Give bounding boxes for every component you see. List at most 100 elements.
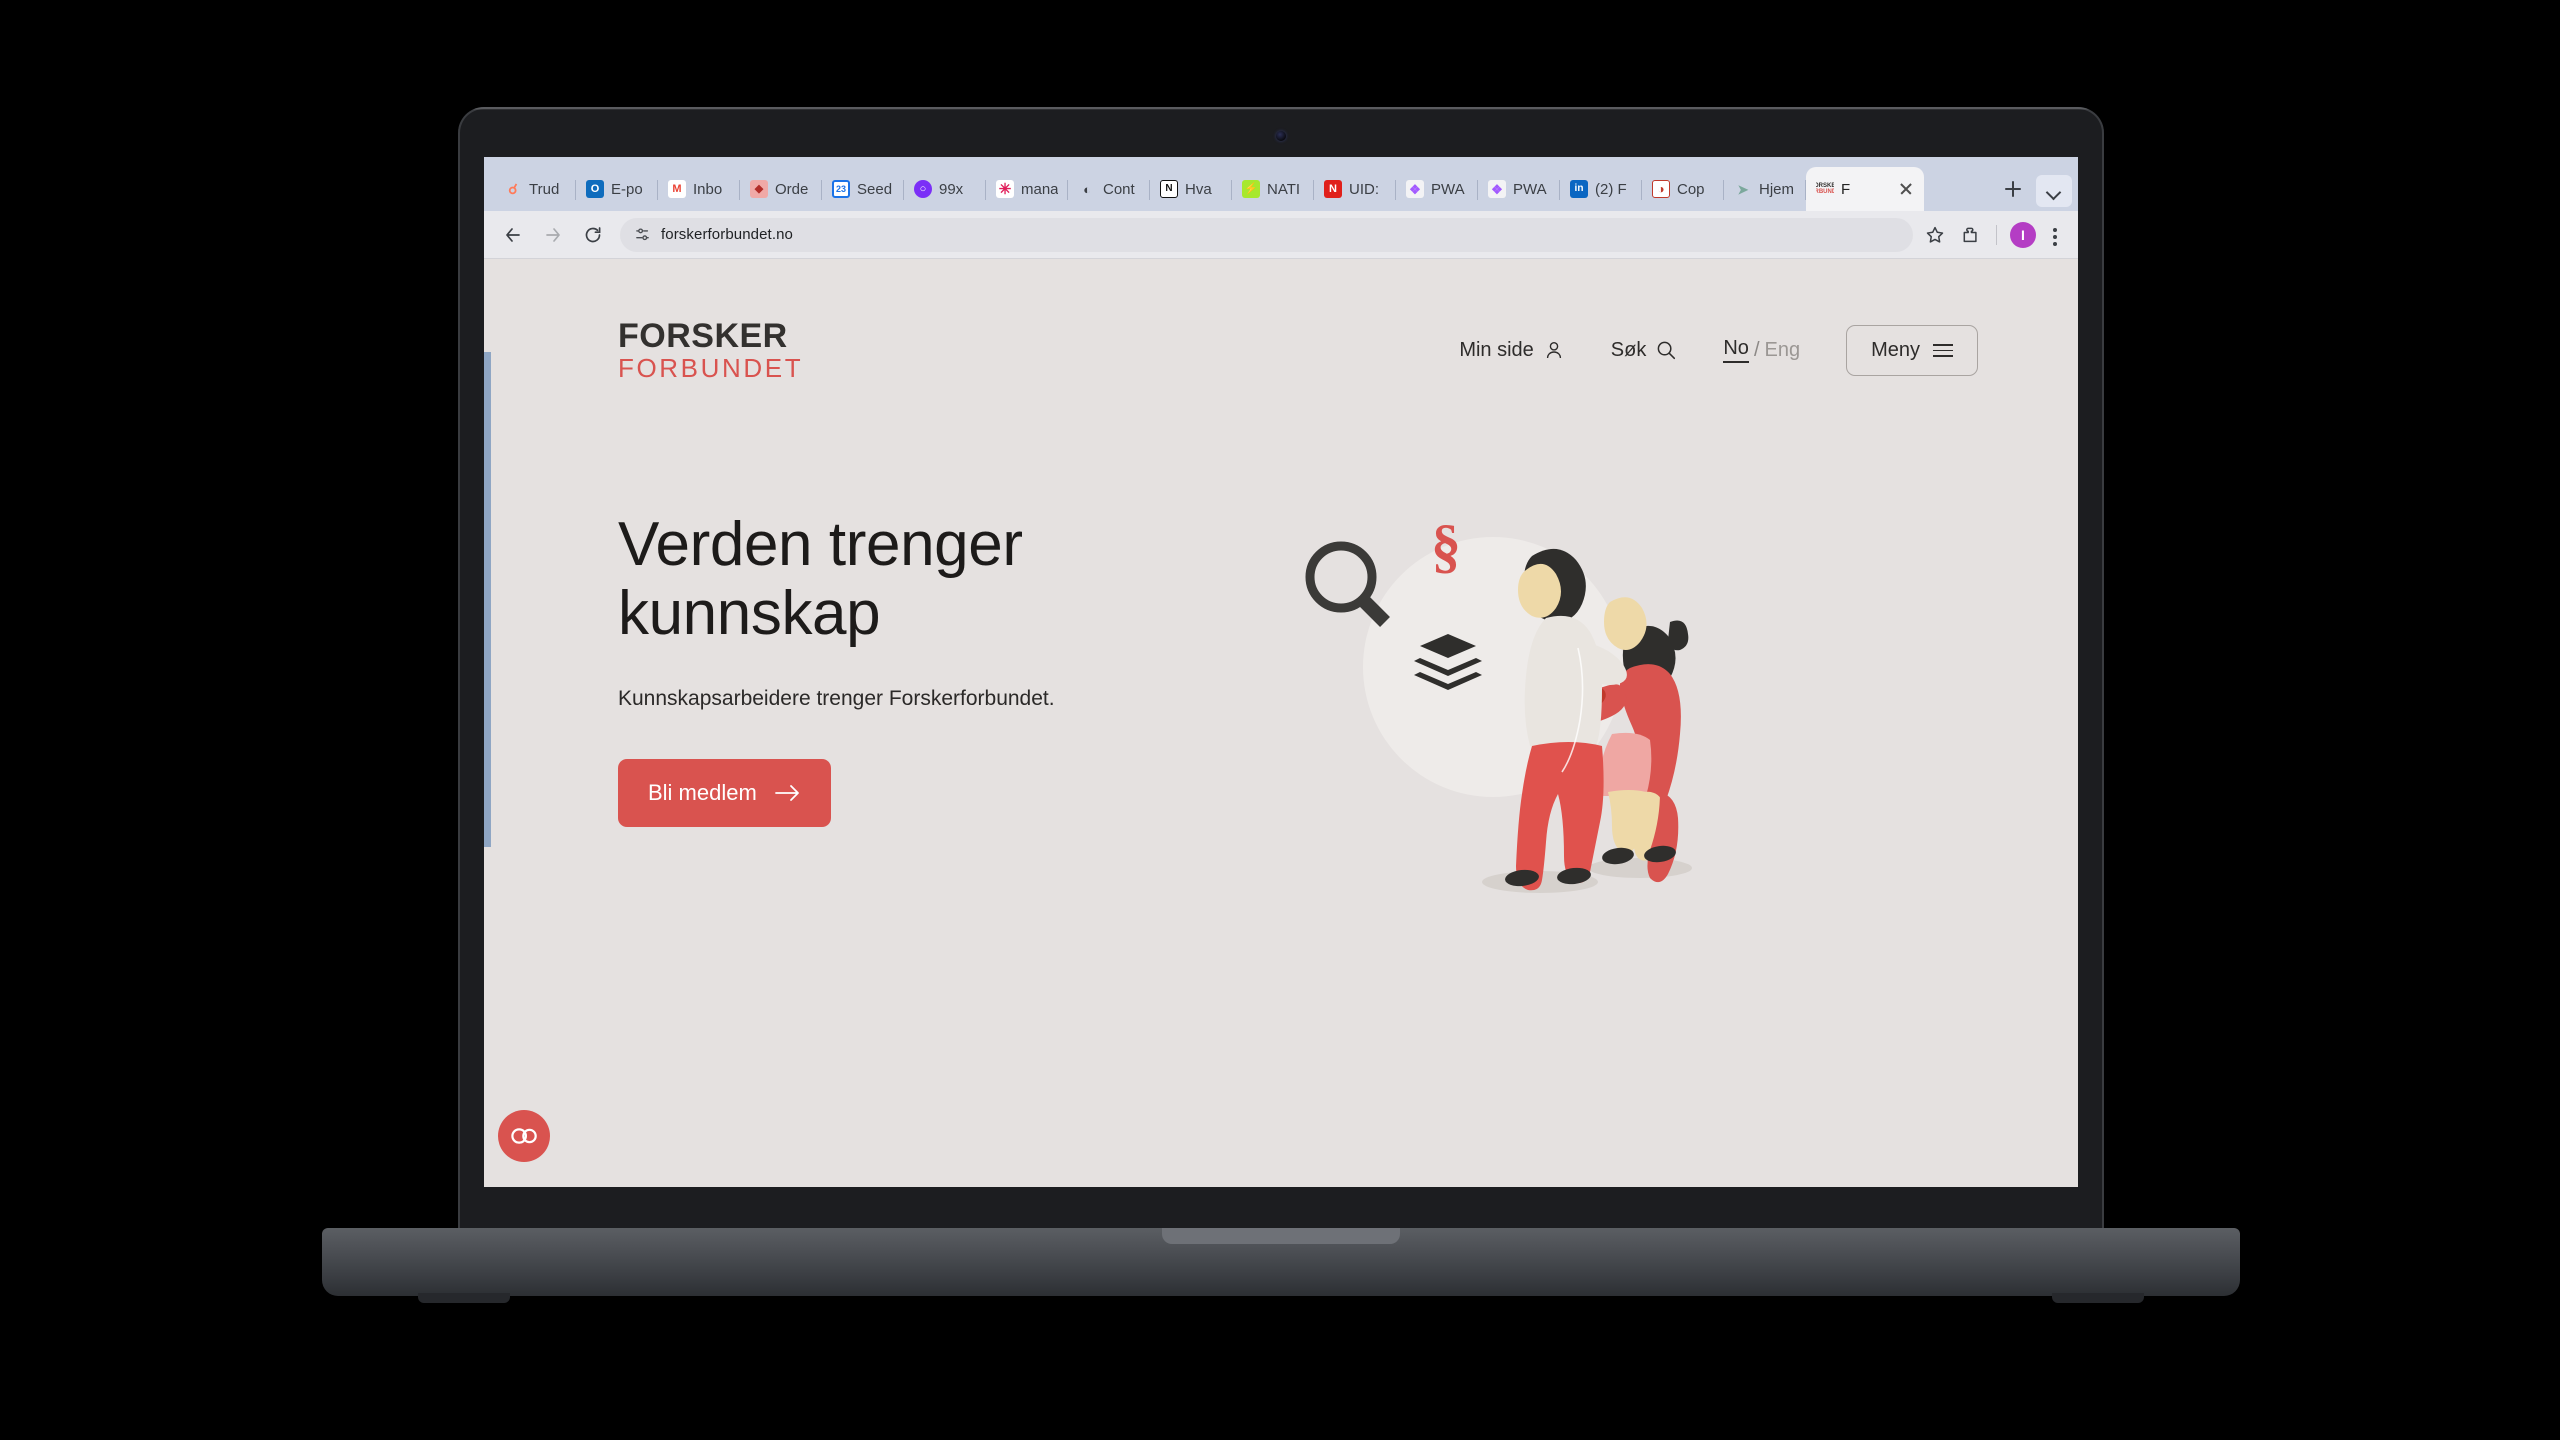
laptop-base bbox=[322, 1228, 2240, 1303]
forskerforbundet-icon: FORSKERFORBUNDET bbox=[1816, 180, 1834, 198]
tab-title: Cop bbox=[1677, 180, 1705, 198]
browser-tab[interactable]: N UID: bbox=[1314, 167, 1396, 211]
site-nav: Min side Søk No / Eng Meny bbox=[1459, 324, 1978, 376]
browser-tab[interactable]: ◐ Cont bbox=[1068, 167, 1150, 211]
tab-title: Cont bbox=[1103, 180, 1135, 198]
tab-title: (2) F bbox=[1595, 180, 1627, 198]
hubspot-icon: ☌ bbox=[504, 180, 522, 198]
tab-title: Hjem bbox=[1759, 180, 1795, 198]
outlook-icon: O bbox=[586, 180, 604, 198]
linkedin-icon: in bbox=[1570, 180, 1588, 198]
browser-tab[interactable]: ◑ Cop bbox=[1642, 167, 1724, 211]
reload-button[interactable] bbox=[576, 218, 610, 252]
tab-title: F bbox=[1841, 180, 1851, 198]
search-icon bbox=[1655, 339, 1677, 361]
menu-button-label: Meny bbox=[1871, 338, 1920, 361]
tab-title: UID: bbox=[1349, 180, 1379, 198]
chevron-down-icon[interactable] bbox=[2036, 175, 2072, 207]
hero-subtitle: Kunnskapsarbeidere trenger Forskerforbun… bbox=[618, 686, 1055, 710]
paperplane-icon: ➤ bbox=[1734, 180, 1752, 198]
lightning-icon: ⚡ bbox=[1242, 180, 1260, 198]
screenshot-stage: ☌ Trud O E-po M Inbo ◆ Orde 23 Seed ○ 99… bbox=[0, 0, 2560, 1440]
address-bar[interactable]: forskerforbundet.no bbox=[620, 217, 1913, 252]
browser-tab[interactable]: ☌ Trud bbox=[494, 167, 576, 211]
browser-tab[interactable]: ✳ mana bbox=[986, 167, 1068, 211]
browser-tab[interactable]: ◆ Orde bbox=[740, 167, 822, 211]
browser-tab[interactable]: ○ 99x bbox=[904, 167, 986, 211]
tab-title: NATI bbox=[1267, 180, 1301, 198]
laptop-lid: ☌ Trud O E-po M Inbo ◆ Orde 23 Seed ○ 99… bbox=[458, 107, 2104, 1237]
hamburger-icon bbox=[1933, 343, 1953, 358]
hero-section: Verden trenger kunnskap Kunnskapsarbeide… bbox=[484, 380, 2078, 928]
url-text: forskerforbundet.no bbox=[661, 226, 793, 243]
figma-icon: ❖ bbox=[1406, 180, 1424, 198]
orderly-icon: ◆ bbox=[750, 180, 768, 198]
notion-icon: N bbox=[1160, 180, 1178, 198]
close-icon[interactable] bbox=[1898, 181, 1914, 197]
browser-toolbar: forskerforbundet.no I bbox=[484, 211, 2078, 259]
hero-title-line-1: Verden trenger bbox=[618, 509, 1023, 579]
browser-tab[interactable]: ⚡ NATI bbox=[1232, 167, 1314, 211]
bookmark-star-icon[interactable] bbox=[1919, 219, 1951, 251]
browser-tab[interactable]: ❖ PWA bbox=[1478, 167, 1560, 211]
webcam-icon bbox=[1276, 131, 1286, 141]
tab-title: Trud bbox=[529, 180, 560, 198]
user-icon bbox=[1543, 339, 1565, 361]
tab-title: Hva bbox=[1185, 180, 1212, 198]
browser-tab-active[interactable]: FORSKERFORBUNDET F bbox=[1806, 167, 1924, 211]
laptop-screen: ☌ Trud O E-po M Inbo ◆ Orde 23 Seed ○ 99… bbox=[484, 157, 2078, 1187]
laptop-foot-left bbox=[418, 1293, 510, 1303]
copernicus-icon: ◑ bbox=[1652, 180, 1670, 198]
extensions-icon[interactable] bbox=[1955, 219, 1987, 251]
tab-title: PWA bbox=[1513, 180, 1547, 198]
two-people-with-magnifier-paragraph-and-layers-illustration: § bbox=[1305, 513, 1692, 893]
browser-tab[interactable]: O E-po bbox=[576, 167, 658, 211]
page-left-accent-strip bbox=[484, 352, 491, 847]
hero-title: Verden trenger kunnskap bbox=[618, 510, 1238, 649]
toolbar-actions: I bbox=[1919, 219, 2066, 251]
browser-window: ☌ Trud O E-po M Inbo ◆ Orde 23 Seed ○ 99… bbox=[484, 157, 2078, 1187]
web-page: FORSKER FORBUNDET Min side Søk No / Eng … bbox=[484, 259, 2078, 1186]
tab-title: Inbo bbox=[693, 180, 723, 198]
gmail-icon: M bbox=[668, 180, 686, 198]
forward-button[interactable] bbox=[536, 218, 570, 252]
menu-button[interactable]: Meny bbox=[1846, 324, 1978, 376]
browser-tabstrip: ☌ Trud O E-po M Inbo ◆ Orde 23 Seed ○ 99… bbox=[484, 157, 2078, 211]
svg-text:§: § bbox=[1431, 513, 1461, 579]
become-member-button[interactable]: Bli medlem bbox=[618, 758, 831, 827]
browser-tab[interactable]: ❖ PWA bbox=[1396, 167, 1478, 211]
browser-tab[interactable]: in (2) F bbox=[1560, 167, 1642, 211]
tab-title: PWA bbox=[1431, 180, 1465, 198]
lang-current[interactable]: No bbox=[1723, 337, 1749, 364]
profile-avatar[interactable]: I bbox=[2010, 221, 2036, 248]
99x-icon: ○ bbox=[914, 180, 932, 198]
laptop-foot-right bbox=[2052, 1293, 2144, 1303]
nettavisen-icon: N bbox=[1324, 180, 1342, 198]
tune-icon[interactable] bbox=[634, 226, 651, 243]
google-calendar-icon: 23 bbox=[832, 180, 850, 198]
cookie-toggle-icon bbox=[511, 1128, 537, 1144]
tab-list[interactable]: ☌ Trud O E-po M Inbo ◆ Orde 23 Seed ○ 99… bbox=[494, 157, 1988, 211]
laptop-trackpad-notch bbox=[1162, 1228, 1400, 1244]
nav-item-search[interactable]: Søk bbox=[1611, 339, 1678, 362]
tab-title: Seed bbox=[857, 180, 893, 198]
tabstrip-actions bbox=[2036, 175, 2078, 211]
language-switcher[interactable]: No / Eng bbox=[1723, 337, 1801, 364]
logo-line-1: FORSKER bbox=[618, 317, 788, 355]
lang-other[interactable]: Eng bbox=[1765, 339, 1801, 362]
cookie-consent-button[interactable] bbox=[498, 1110, 550, 1162]
arrow-right-icon bbox=[774, 784, 801, 802]
browser-tab[interactable]: N Hva bbox=[1150, 167, 1232, 211]
browser-tab[interactable]: M Inbo bbox=[658, 167, 740, 211]
nav-search-label: Søk bbox=[1610, 338, 1647, 361]
browser-tab[interactable]: 23 Seed bbox=[822, 167, 904, 211]
browser-menu-icon[interactable] bbox=[2044, 219, 2066, 251]
logo-line-2: FORBUNDET bbox=[618, 352, 804, 383]
browser-tab[interactable]: ➤ Hjem bbox=[1724, 167, 1806, 211]
new-tab-button[interactable] bbox=[1994, 170, 2032, 208]
nav-item-my-page[interactable]: Min side bbox=[1459, 339, 1564, 362]
nav-my-page-label: Min side bbox=[1459, 338, 1534, 361]
hero-illustration-area: § bbox=[1258, 498, 2018, 928]
back-button[interactable] bbox=[496, 218, 530, 252]
site-logo[interactable]: FORSKER FORBUNDET bbox=[618, 317, 804, 383]
